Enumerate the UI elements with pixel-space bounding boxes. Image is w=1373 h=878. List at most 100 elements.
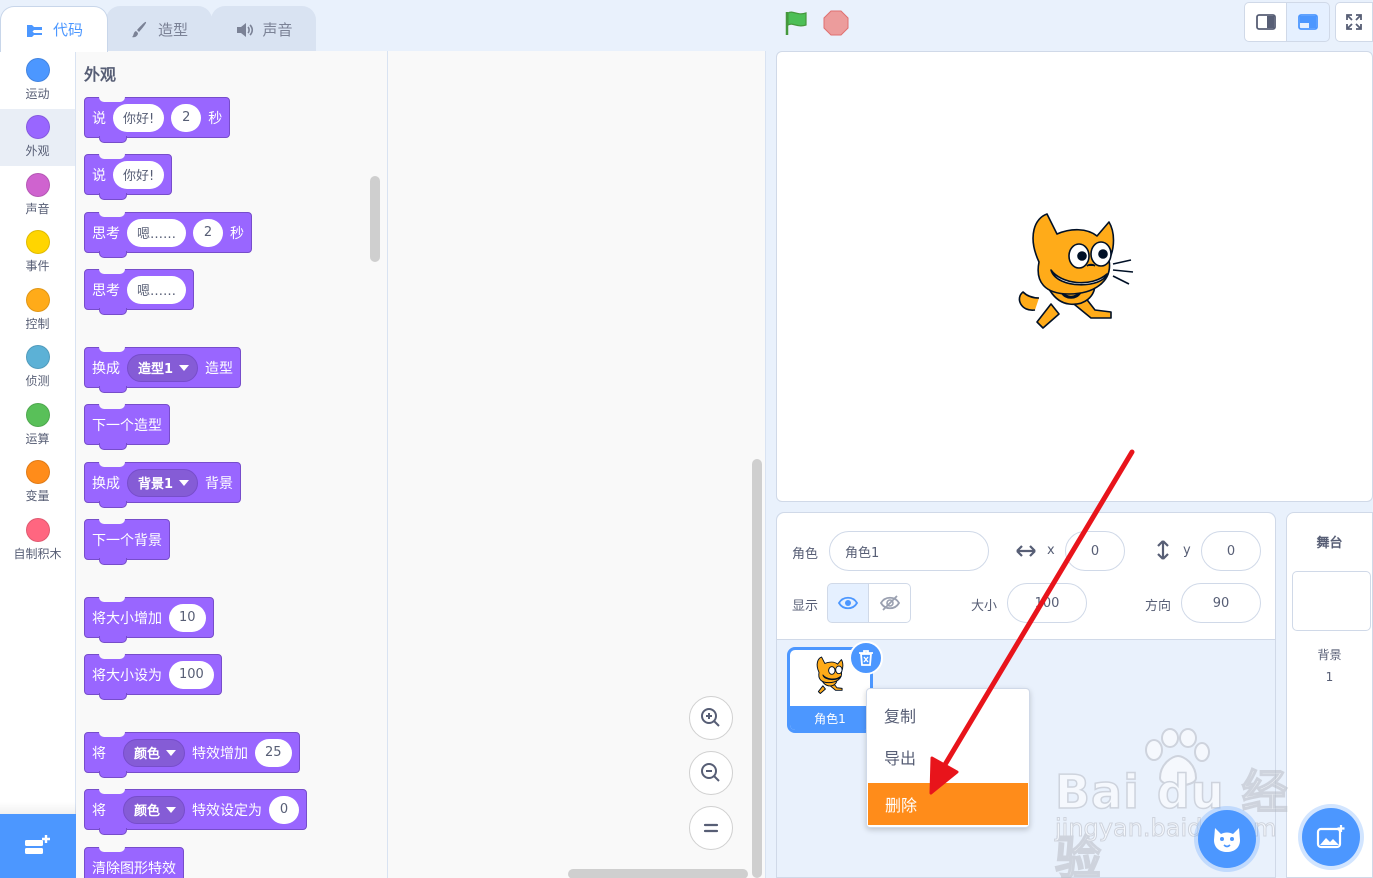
category-sensing[interactable]: 侦测 bbox=[0, 339, 75, 397]
menu-item-export[interactable]: 导出 bbox=[867, 736, 1029, 778]
stage-canvas[interactable] bbox=[776, 51, 1373, 502]
speaker-icon bbox=[237, 22, 254, 37]
block-set-size[interactable]: 将大小设为 100 bbox=[84, 654, 222, 700]
category-events[interactable]: 事件 bbox=[0, 224, 75, 282]
menu-item-delete[interactable]: 删除 bbox=[868, 783, 1028, 825]
category-operators[interactable]: 运算 bbox=[0, 396, 75, 454]
effect-dropdown[interactable]: 颜色 bbox=[123, 738, 186, 767]
sprite-name-label: 角色 bbox=[792, 547, 819, 562]
block-think[interactable]: 思考 嗯…… bbox=[84, 269, 195, 315]
fullscreen-button[interactable] bbox=[1335, 2, 1373, 42]
image-add-icon bbox=[1316, 825, 1345, 849]
code-horizontal-scrollbar[interactable] bbox=[568, 869, 748, 878]
category-control[interactable]: 控制 bbox=[0, 281, 75, 339]
tab-code[interactable]: 代码 bbox=[0, 6, 108, 52]
size-input[interactable]: 100 bbox=[1007, 583, 1087, 623]
block-think-for-secs[interactable]: 思考 嗯…… 2 秒 bbox=[84, 212, 253, 258]
block-number-input[interactable]: 10 bbox=[169, 603, 206, 632]
green-flag-icon[interactable] bbox=[783, 9, 811, 37]
category-dot bbox=[25, 115, 50, 140]
choose-sprite-button[interactable] bbox=[1198, 810, 1256, 868]
editor-tabs: 代码 造型 声音 bbox=[0, 0, 330, 52]
brush-icon bbox=[131, 21, 147, 37]
y-arrows-icon bbox=[1157, 540, 1169, 560]
fullscreen-icon bbox=[1346, 14, 1362, 30]
cat-sprite-image[interactable] bbox=[1017, 212, 1142, 347]
block-text: 说 bbox=[92, 110, 106, 127]
block-text-input[interactable]: 你好! bbox=[113, 103, 165, 132]
category-label: 控制 bbox=[25, 316, 50, 331]
add-extension-button[interactable] bbox=[0, 814, 76, 878]
block-switch-backdrop[interactable]: 换成 背景1 背景 bbox=[84, 462, 242, 508]
sprite-context-menu: 复制 导出 删除 bbox=[866, 688, 1030, 828]
block-change-size[interactable]: 将大小增加 10 bbox=[84, 597, 214, 643]
block-text-input[interactable]: 嗯…… bbox=[127, 275, 187, 304]
sprite-thumbnail-image bbox=[816, 656, 844, 694]
block-palette: 外观 说 你好! 2 秒 说 你好! 思考 嗯…… 2 秒 思考 嗯…… 换成 … bbox=[76, 51, 388, 878]
code-vertical-scrollbar[interactable] bbox=[752, 459, 762, 878]
small-stage-button[interactable] bbox=[1244, 2, 1287, 42]
choose-backdrop-button[interactable] bbox=[1302, 808, 1360, 866]
block-switch-costume[interactable]: 换成 造型1 造型 bbox=[84, 347, 242, 393]
block-change-effect[interactable]: 将 颜色 特效增加 25 bbox=[84, 732, 300, 778]
tab-costumes[interactable]: 造型 bbox=[106, 6, 212, 52]
size-label: 大小 bbox=[971, 599, 998, 614]
block-number-input[interactable]: 0 bbox=[269, 795, 300, 824]
block-number-input[interactable]: 25 bbox=[255, 738, 292, 767]
category-my-blocks[interactable]: 自制积木 bbox=[0, 511, 75, 569]
tab-sounds[interactable]: 声音 bbox=[211, 6, 316, 52]
block-next-costume[interactable]: 下一个造型 bbox=[84, 404, 170, 450]
costume-dropdown[interactable]: 造型1 bbox=[127, 353, 199, 382]
category-sound[interactable]: 声音 bbox=[0, 166, 75, 224]
dropdown-arrow-icon bbox=[166, 806, 177, 813]
category-variables[interactable]: 变量 bbox=[0, 454, 75, 512]
sprite-name-input[interactable]: 角色1 bbox=[829, 531, 989, 571]
stage-thumbnail[interactable] bbox=[1292, 571, 1371, 631]
block-text: 下一个背景 bbox=[92, 532, 162, 549]
block-set-effect[interactable]: 将 颜色 特效设定为 0 bbox=[84, 789, 308, 835]
tab-sounds-label: 声音 bbox=[262, 21, 293, 39]
tab-costumes-label: 造型 bbox=[157, 21, 188, 39]
block-next-backdrop[interactable]: 下一个背景 bbox=[84, 519, 170, 565]
block-say[interactable]: 说 你好! bbox=[84, 154, 173, 200]
show-sprite-button[interactable] bbox=[827, 583, 869, 623]
y-label: y bbox=[1183, 543, 1191, 558]
category-looks[interactable]: 外观 bbox=[0, 108, 75, 166]
block-number-input[interactable]: 2 bbox=[171, 103, 202, 132]
block-clear-effects[interactable]: 清除图形特效 bbox=[84, 847, 184, 878]
normal-stage-button[interactable] bbox=[1287, 2, 1330, 42]
category-motion[interactable]: 运动 bbox=[0, 51, 75, 109]
show-label: 显示 bbox=[792, 599, 819, 614]
zoom-reset-button[interactable] bbox=[689, 806, 733, 850]
effect-dropdown[interactable]: 颜色 bbox=[123, 795, 186, 824]
category-dot bbox=[25, 345, 50, 370]
x-input[interactable]: 0 bbox=[1065, 531, 1125, 571]
zoom-in-icon bbox=[701, 708, 720, 727]
block-number-input[interactable]: 2 bbox=[193, 218, 224, 247]
x-label: x bbox=[1047, 543, 1055, 558]
palette-scrollbar[interactable] bbox=[370, 176, 380, 262]
stage-title: 舞台 bbox=[1316, 536, 1343, 551]
category-label: 事件 bbox=[25, 259, 50, 274]
zoom-reset-icon bbox=[703, 823, 719, 833]
normal-stage-icon bbox=[1298, 14, 1318, 30]
block-text: 换成 bbox=[92, 360, 120, 377]
code-workspace[interactable] bbox=[388, 51, 766, 878]
block-text-input[interactable]: 你好! bbox=[113, 160, 165, 189]
block-say-for-secs[interactable]: 说 你好! 2 秒 bbox=[84, 97, 231, 143]
zoom-in-button[interactable] bbox=[689, 696, 733, 740]
dropdown-arrow-icon bbox=[179, 479, 190, 486]
sprite-info: 角色 角色1 x 0 y 0 显示 大小 100 方向 90 bbox=[777, 513, 1275, 640]
hide-sprite-button[interactable] bbox=[869, 583, 911, 623]
stop-icon[interactable] bbox=[822, 9, 850, 37]
tab-code-label: 代码 bbox=[52, 21, 83, 39]
delete-sprite-button[interactable] bbox=[849, 641, 883, 675]
menu-item-duplicate[interactable]: 复制 bbox=[867, 694, 1029, 736]
backdrop-dropdown[interactable]: 背景1 bbox=[127, 468, 199, 497]
block-number-input[interactable]: 100 bbox=[169, 660, 214, 689]
block-text-input[interactable]: 嗯…… bbox=[127, 218, 187, 247]
zoom-out-button[interactable] bbox=[689, 751, 733, 795]
y-input[interactable]: 0 bbox=[1201, 531, 1261, 571]
dropdown-value: 背景1 bbox=[138, 477, 174, 492]
direction-input[interactable]: 90 bbox=[1181, 583, 1261, 623]
